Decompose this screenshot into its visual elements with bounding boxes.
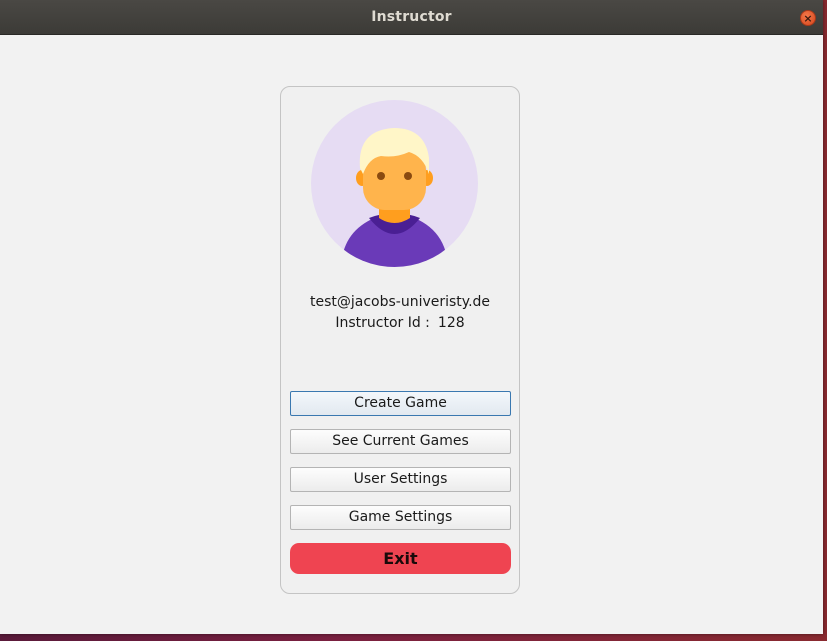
instructor-id-value: 128 — [437, 315, 465, 331]
title-bar[interactable]: Instructor × — [0, 0, 823, 35]
user-avatar-icon — [311, 100, 478, 267]
game-settings-button[interactable]: Game Settings — [290, 505, 511, 530]
app-window: Instructor × test@jacobs-univeristy.de I… — [0, 0, 823, 634]
user-email: test@jacobs-univeristy.de — [309, 294, 491, 310]
close-icon: × — [803, 11, 813, 25]
close-button[interactable]: × — [800, 10, 816, 26]
exit-button[interactable]: Exit — [290, 543, 511, 574]
instructor-id-line: Instructor Id : 128 — [281, 315, 519, 331]
create-game-button[interactable]: Create Game — [290, 391, 511, 416]
see-current-games-button[interactable]: See Current Games — [290, 429, 511, 454]
instructor-id-label: Instructor Id : — [335, 315, 430, 331]
user-settings-button[interactable]: User Settings — [290, 467, 511, 492]
profile-panel: test@jacobs-univeristy.de Instructor Id … — [280, 86, 520, 594]
window-title: Instructor — [371, 9, 452, 25]
